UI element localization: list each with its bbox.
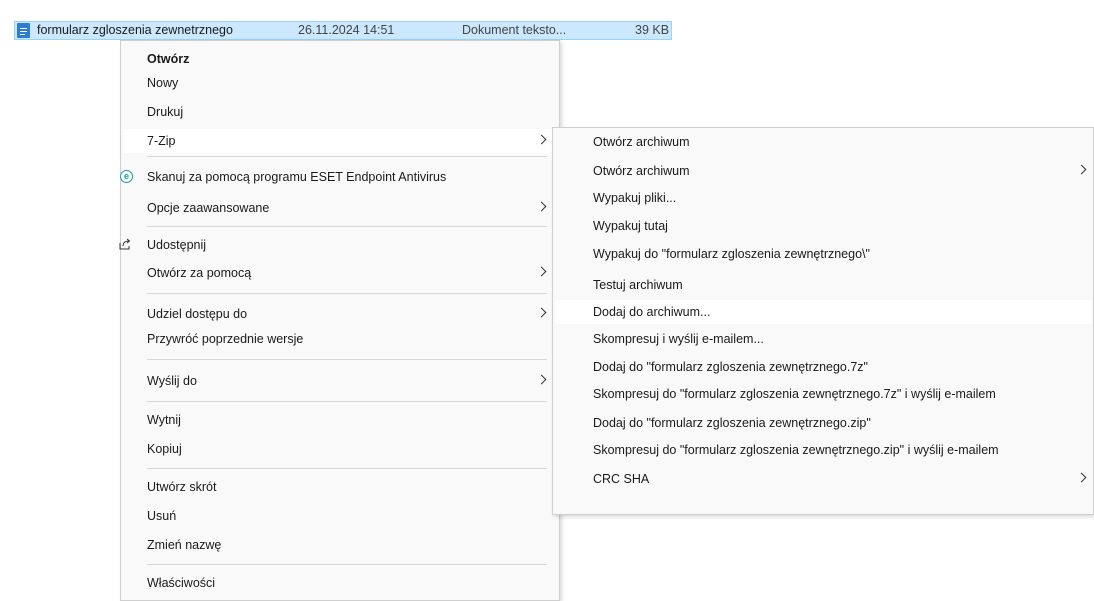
chevron-right-icon xyxy=(536,307,547,318)
menu-item-open[interactable]: Otwórz xyxy=(123,47,557,71)
share-icon xyxy=(119,238,131,250)
menu-item-label: Wypakuj do "formularz zgloszenia zewnętr… xyxy=(593,247,870,261)
menu-item-give-access[interactable]: Udziel dostępu do xyxy=(123,302,557,326)
menu-item-label: Otwórz xyxy=(147,52,190,66)
zip-item-add-to-zip[interactable]: Dodaj do "formularz zgloszenia zewnętrzn… xyxy=(555,411,1091,435)
menu-item-label: Zmień nazwę xyxy=(147,538,222,552)
chevron-right-icon xyxy=(536,266,547,277)
file-size: 39 KB xyxy=(635,23,670,37)
zip-item-compress-zip-email[interactable]: Skompresuj do "formularz zgloszenia zewn… xyxy=(555,438,1091,462)
menu-item-label: Opcje zaawansowane xyxy=(147,201,270,215)
menu-item-label: Testuj archiwum xyxy=(593,278,683,292)
zip-item-compress-email[interactable]: Skompresuj i wyślij e-mailem... xyxy=(555,327,1091,351)
zip-item-crc-sha[interactable]: CRC SHA xyxy=(555,467,1091,491)
menu-item-advanced-options[interactable]: Opcje zaawansowane xyxy=(123,196,557,220)
menu-item-delete[interactable]: Usuń xyxy=(123,504,557,528)
zip-item-add-to-7z[interactable]: Dodaj do "formularz zgloszenia zewnętrzn… xyxy=(555,355,1091,379)
menu-separator xyxy=(147,359,547,360)
menu-item-share[interactable]: Udostępnij xyxy=(119,233,557,257)
menu-separator xyxy=(147,564,547,565)
menu-item-create-shortcut[interactable]: Utwórz skrót xyxy=(123,475,557,499)
menu-item-label: Drukuj xyxy=(147,105,184,119)
zip-item-compress-7z-email[interactable]: Skompresuj do "formularz zgloszenia zewn… xyxy=(555,382,1091,406)
zip-item-test-archive[interactable]: Testuj archiwum xyxy=(555,273,1091,297)
menu-separator xyxy=(147,293,547,294)
menu-item-7zip[interactable]: 7-Zip xyxy=(123,129,557,153)
eset-icon: e xyxy=(120,170,133,183)
menu-item-label: Wypakuj tutaj xyxy=(593,219,668,233)
chevron-right-icon xyxy=(536,134,547,145)
menu-item-new[interactable]: Nowy xyxy=(123,71,557,95)
menu-item-send-to[interactable]: Wyślij do xyxy=(123,369,557,393)
selected-file-row[interactable]: formularz zgloszenia zewnetrznego 26.11.… xyxy=(14,21,672,40)
menu-item-label: Wyślij do xyxy=(147,374,197,388)
menu-item-label: Właściwości xyxy=(147,576,216,590)
menu-item-label: Otwórz za pomocą xyxy=(147,266,252,280)
context-menu: Otwórz Nowy Drukuj 7-Zip e Skanuj za pom… xyxy=(119,40,560,601)
menu-item-rename[interactable]: Zmień nazwę xyxy=(123,533,557,557)
menu-item-label: Skompresuj do "formularz zgloszenia zewn… xyxy=(593,443,999,457)
menu-item-restore-versions[interactable]: Przywróć poprzednie wersje xyxy=(123,327,557,351)
menu-separator xyxy=(147,226,547,227)
menu-item-copy[interactable]: Kopiuj xyxy=(123,437,557,461)
menu-separator xyxy=(147,468,547,469)
zip-item-open-archive-sub[interactable]: Otwórz archiwum xyxy=(555,159,1091,183)
menu-item-label: Udostępnij xyxy=(147,238,207,252)
menu-item-label: Dodaj do "formularz zgloszenia zewnętrzn… xyxy=(593,416,871,430)
file-date: 26.11.2024 14:51 xyxy=(298,23,395,37)
menu-item-label: Udziel dostępu do xyxy=(147,307,248,321)
menu-item-label: Nowy xyxy=(147,76,179,90)
file-type: Dokument teksto... xyxy=(462,23,567,37)
menu-item-label: Skanuj za pomocą programu ESET Endpoint … xyxy=(147,170,447,184)
menu-item-label: Skompresuj do "formularz zgloszenia zewn… xyxy=(593,387,996,401)
chevron-right-icon xyxy=(536,201,547,212)
menu-item-label: Otwórz archiwum xyxy=(593,164,690,178)
menu-item-label: Kopiuj xyxy=(147,442,182,456)
chevron-right-icon xyxy=(1076,472,1087,483)
zip-item-add-to-archive[interactable]: Dodaj do archiwum... xyxy=(555,300,1091,324)
menu-item-properties[interactable]: Właściwości xyxy=(123,571,557,595)
menu-separator xyxy=(147,156,547,157)
document-icon xyxy=(17,23,30,38)
menu-item-eset-scan[interactable]: e Skanuj za pomocą programu ESET Endpoin… xyxy=(120,165,557,189)
menu-item-cut[interactable]: Wytnij xyxy=(123,408,557,432)
chevron-right-icon xyxy=(536,374,547,385)
menu-item-label: CRC SHA xyxy=(593,472,650,486)
menu-item-label: Usuń xyxy=(147,509,177,523)
menu-item-label: Dodaj do archiwum... xyxy=(593,305,711,319)
file-name: formularz zgloszenia zewnetrznego xyxy=(37,23,233,37)
menu-item-label: Przywróć poprzednie wersje xyxy=(147,332,304,346)
7zip-submenu: Otwórz archiwum Otwórz archiwum Wypakuj … xyxy=(552,127,1094,515)
menu-item-label: Utwórz skrót xyxy=(147,480,217,494)
chevron-right-icon xyxy=(1076,164,1087,175)
menu-item-print[interactable]: Drukuj xyxy=(123,100,557,124)
menu-separator xyxy=(147,401,547,402)
zip-item-open-archive[interactable]: Otwórz archiwum xyxy=(555,130,1091,154)
zip-item-extract-to[interactable]: Wypakuj do "formularz zgloszenia zewnętr… xyxy=(555,242,1091,266)
menu-item-label: Dodaj do "formularz zgloszenia zewnętrzn… xyxy=(593,360,868,374)
zip-item-extract-files[interactable]: Wypakuj pliki... xyxy=(555,186,1091,210)
zip-item-extract-here[interactable]: Wypakuj tutaj xyxy=(555,214,1091,238)
menu-item-label: Otwórz archiwum xyxy=(593,135,690,149)
menu-item-label: Skompresuj i wyślij e-mailem... xyxy=(593,332,764,346)
menu-item-open-with[interactable]: Otwórz za pomocą xyxy=(123,261,557,285)
menu-item-label: Wytnij xyxy=(147,413,181,427)
menu-item-label: Wypakuj pliki... xyxy=(593,191,677,205)
menu-item-label: 7-Zip xyxy=(147,134,176,148)
